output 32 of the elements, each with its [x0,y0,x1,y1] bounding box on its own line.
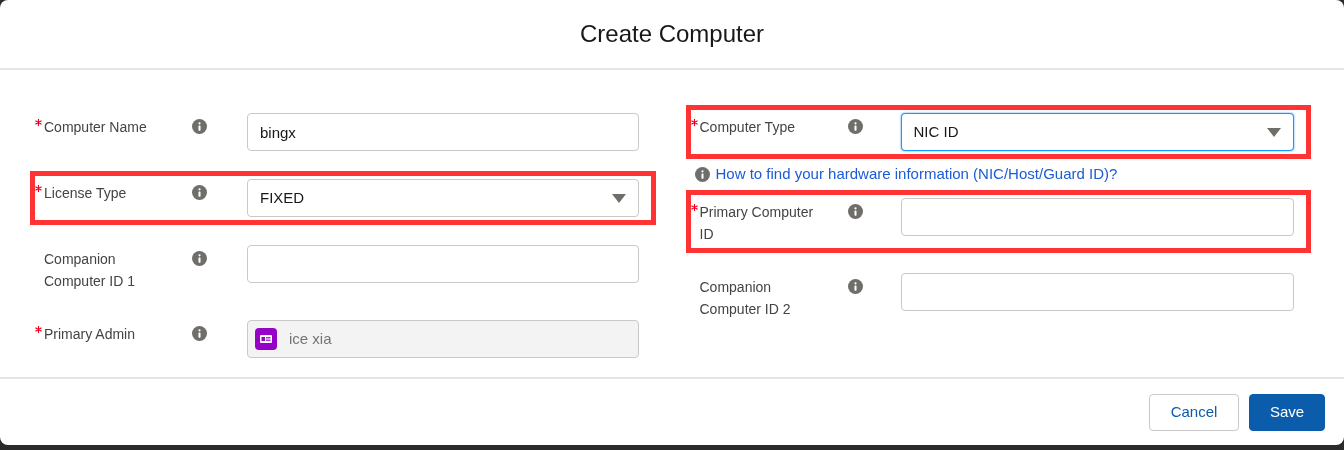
lookup-value: ice xia [289,328,332,349]
info-icon [192,119,207,134]
field-label: Computer Name [44,118,148,137]
info-icon [847,203,863,219]
help-link[interactable]: How to find your hardware information (NIC/Host/Guard ID)? [715,163,1118,186]
text-field[interactable]: bingx [247,113,639,151]
field-label: Primary Admin [44,325,137,344]
field-label: Primary Computer ID [699,202,815,244]
info-icon [847,278,863,294]
dropdown-field[interactable]: FIXED [247,179,639,217]
cancel-button[interactable]: Cancel [1149,393,1239,431]
caret-down-icon [1267,127,1281,137]
dropdown-value: NIC ID [913,121,959,142]
field-label: Companion Computer ID 1 [44,250,137,291]
dropdown-value: FIXED [260,187,305,208]
text-field[interactable] [247,245,639,283]
info-icon [192,185,207,200]
lookup-field[interactable]: ice xia [247,320,639,358]
field-label: Computer Type [699,118,796,137]
info-icon [192,251,207,266]
modal-title: Create Computer [579,19,765,49]
text-field[interactable] [900,272,1294,311]
info-icon [694,166,710,182]
field-label: License Type [44,184,128,203]
dropdown-field[interactable]: NIC ID [900,113,1294,151]
caret-down-icon [611,193,626,203]
contact-card-icon [255,328,277,350]
save-button[interactable]: Save [1249,393,1325,431]
info-icon [847,119,863,134]
info-icon [192,326,207,341]
text-field[interactable] [900,197,1294,236]
field-label: Companion Computer ID 2 [699,277,792,319]
